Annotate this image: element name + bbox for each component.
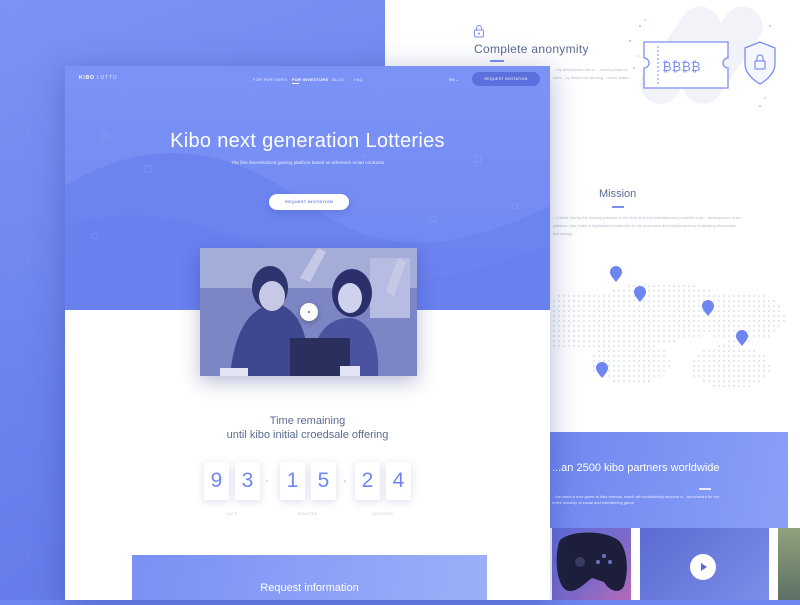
nav-faq[interactable]: FAQ: [354, 77, 363, 82]
hero-request-invitation-button[interactable]: REQUEST INVITATION: [269, 194, 349, 210]
header-request-invitation-button[interactable]: REQUEST INVITATION: [472, 72, 540, 86]
mission-title: Mission: [599, 188, 637, 200]
countdown-title-line2: until kibo initial croedsale offering: [226, 429, 389, 441]
mission-divider: [612, 206, 624, 208]
brand-bold: KIBO: [79, 75, 95, 81]
countdown-label-minutes: MINUTES: [298, 512, 318, 516]
landing-page: KIBO LOTTO FOR PARTNERS FOR INVESTORS BL…: [65, 66, 550, 600]
countdown-label-days: DAYS: [226, 512, 238, 516]
map-pin-icon[interactable]: [634, 286, 646, 302]
map-pin-icon[interactable]: [596, 362, 608, 378]
nav-active-underline: [292, 83, 299, 84]
ticket-shield-icon: ₿₿₿₿: [629, 6, 776, 107]
partners-title: ...an 2500 kibo partners worldwide: [552, 462, 720, 474]
nav-for-investors[interactable]: FOR INVESTORS: [292, 77, 329, 82]
countdown-digit: 3: [235, 462, 260, 500]
chevron-down-icon: ⌄: [455, 77, 460, 82]
play-icon: [701, 563, 707, 571]
countdown-digit: 1: [280, 462, 305, 500]
map-pin-icon[interactable]: [610, 266, 622, 282]
countdown-title: Time remaining until kibo initial croeds…: [65, 414, 550, 442]
request-information-title: Request information: [260, 582, 359, 594]
language-value: EN: [449, 77, 455, 82]
hero-subtitle: The first decentralized gaming platform …: [231, 160, 384, 165]
countdown-separator: [266, 480, 268, 482]
ticket-symbols: ₿₿₿₿: [662, 60, 701, 75]
map-pin-icon[interactable]: [702, 300, 714, 316]
partners-text: ...the world a new game of kibo formats,…: [552, 494, 720, 505]
language-select[interactable]: EN ⌄: [449, 77, 459, 82]
map-pin-icon[interactable]: [736, 330, 748, 346]
gamepad-image[interactable]: [552, 528, 631, 600]
play-icon: [308, 311, 310, 313]
partners-divider: [699, 488, 711, 490]
world-map: [542, 266, 786, 388]
countdown-separator: [344, 480, 346, 482]
anonymity-title: Complete anonymity: [474, 42, 589, 56]
countdown-digit: 9: [204, 462, 229, 500]
countdown-digit: 2: [355, 462, 380, 500]
countdown-digit: 4: [386, 462, 411, 500]
anonymity-divider: [490, 60, 504, 62]
partners-band: [545, 432, 788, 528]
mission-text: ...d build one by the leading platform i…: [553, 215, 742, 236]
brand-thin: LOTTO: [96, 75, 118, 81]
countdown-digit: 5: [311, 462, 336, 500]
countdown-title-line1: Time remaining: [269, 415, 346, 427]
nav-for-partners[interactable]: FOR PARTNERS: [253, 77, 288, 82]
brand-logo[interactable]: KIBO LOTTO: [79, 75, 117, 81]
hero-title: Kibo next generation Lotteries: [170, 130, 445, 152]
street-image[interactable]: [778, 528, 800, 600]
gamepad-icon: [556, 532, 627, 592]
lock-icon: [474, 25, 484, 38]
nav-blog[interactable]: BLOG: [332, 77, 344, 82]
countdown-label-seconds: SECONDS: [372, 512, 394, 516]
